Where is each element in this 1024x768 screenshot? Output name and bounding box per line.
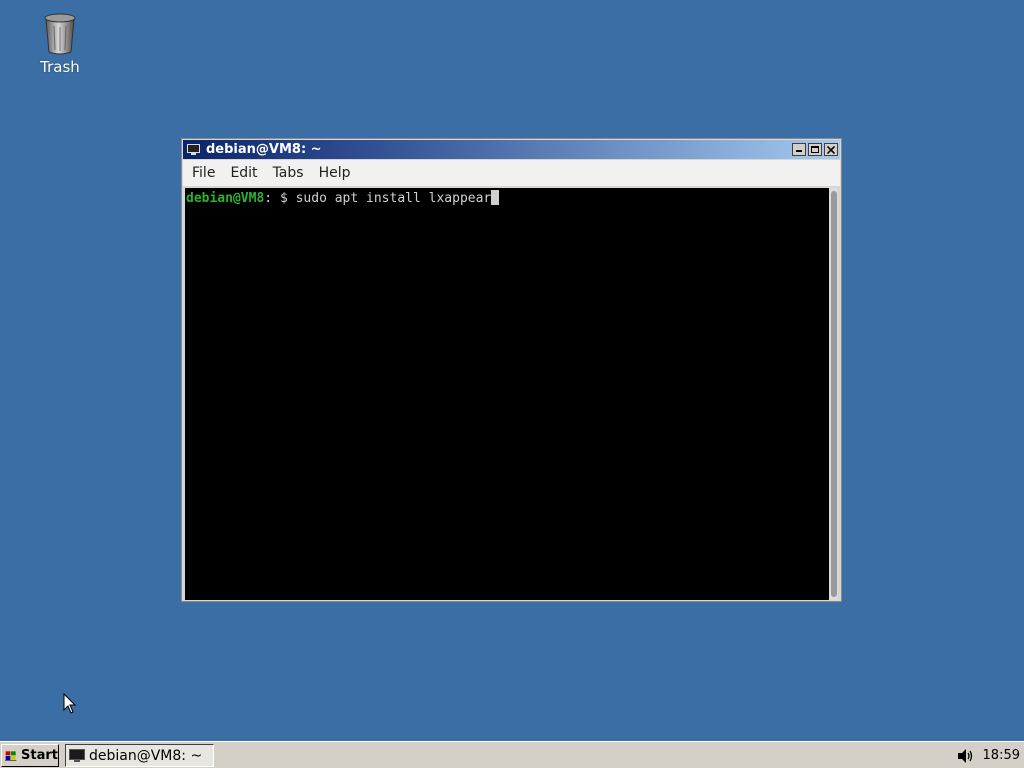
start-button[interactable]: Start: [1, 744, 59, 767]
mouse-pointer-icon: [63, 693, 77, 714]
clock[interactable]: 18:59: [983, 748, 1020, 763]
menu-help[interactable]: Help: [313, 165, 357, 181]
taskbar-item-terminal[interactable]: debian@VM8: ~: [65, 744, 214, 767]
terminal-window[interactable]: debian@VM8: ~ File Edit Tabs Help debian…: [181, 138, 842, 602]
maximize-icon[interactable]: [808, 143, 822, 156]
close-icon[interactable]: [824, 143, 838, 156]
minimize-icon[interactable]: [792, 143, 806, 156]
prompt-user: debian@VM8: [186, 191, 265, 206]
text-cursor: [491, 190, 500, 205]
window-title: debian@VM8: ~: [206, 142, 322, 157]
start-logo-icon: [5, 750, 17, 761]
terminal-icon: [69, 748, 85, 762]
taskbar-item-label: debian@VM8: ~: [89, 747, 203, 764]
menu-tabs[interactable]: Tabs: [267, 165, 310, 181]
terminal-scrollbar[interactable]: [829, 188, 838, 600]
desktop-icon-label: Trash: [40, 58, 80, 76]
prompt-separator: :: [264, 191, 280, 206]
start-label: Start: [21, 748, 58, 763]
window-titlebar[interactable]: debian@VM8: ~: [183, 140, 840, 159]
scrollbar-thumb[interactable]: [831, 191, 837, 597]
terminal-output[interactable]: debian@VM8: $ sudo apt install lxappear: [185, 188, 829, 600]
volume-icon[interactable]: [957, 748, 975, 764]
terminal-icon: [186, 143, 200, 156]
menu-file[interactable]: File: [186, 165, 221, 181]
trash-icon: [44, 13, 76, 55]
desktop-icon-trash[interactable]: Trash: [32, 12, 88, 76]
system-tray: 18:59: [957, 744, 1020, 767]
typed-command: sudo apt install lxappear: [295, 191, 492, 206]
prompt-symbol: $: [279, 191, 296, 206]
menu-edit[interactable]: Edit: [224, 165, 263, 181]
menu-bar: File Edit Tabs Help: [183, 160, 840, 186]
taskbar: Start debian@VM8: ~ 18:59: [0, 741, 1024, 768]
